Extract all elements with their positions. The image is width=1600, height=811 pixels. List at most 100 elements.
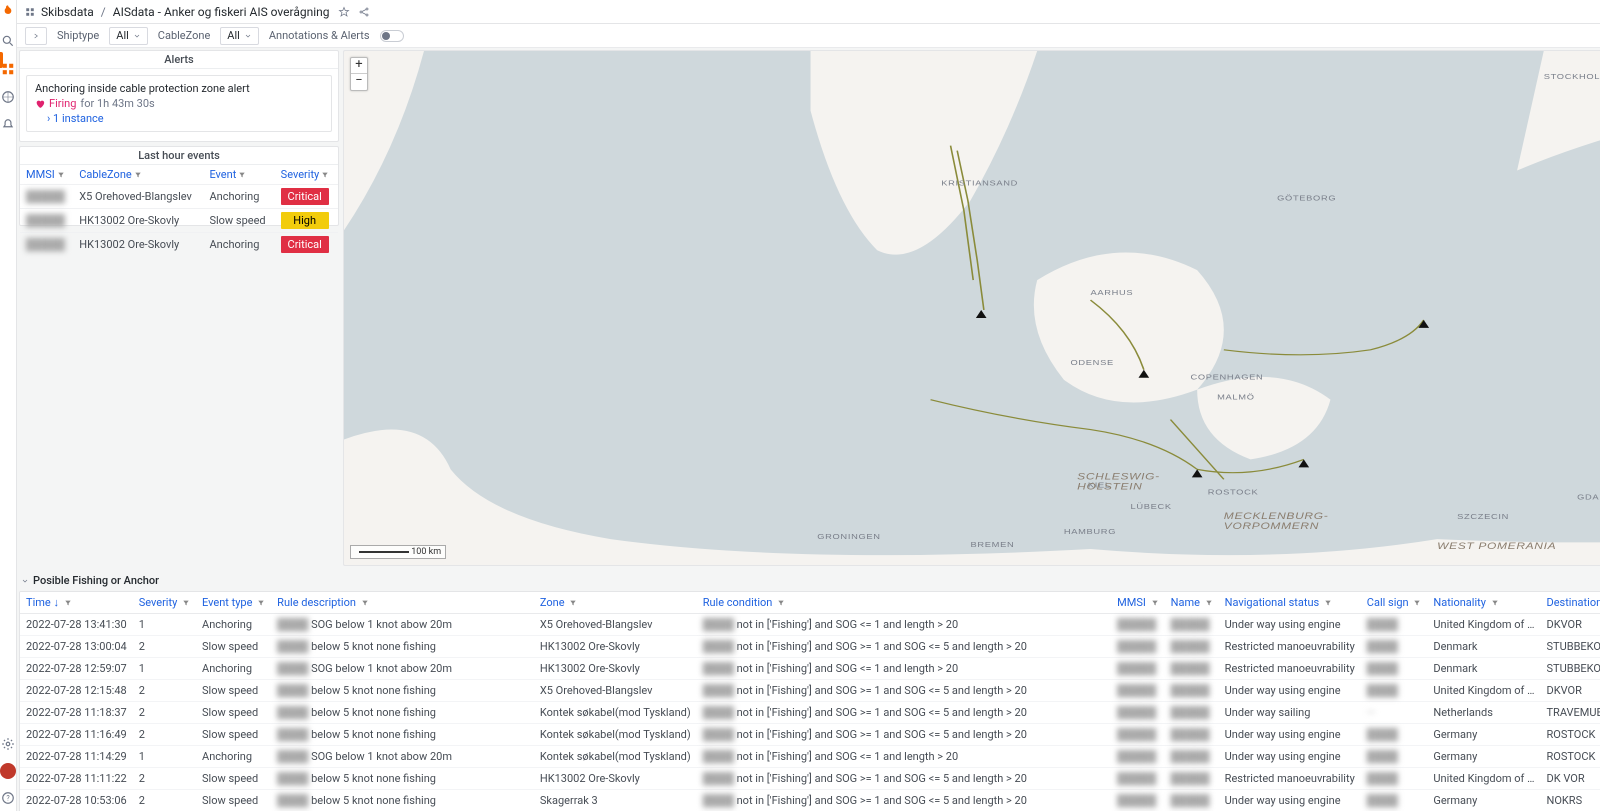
svg-text:KRISTIANSAND: KRISTIANSAND — [941, 180, 1018, 188]
filter-icon — [134, 171, 142, 179]
svg-text:WEST POMERANIA: WEST POMERANIA — [1437, 541, 1556, 551]
svg-text:GRONINGEN: GRONINGEN — [817, 533, 880, 541]
grafana-logo-icon[interactable] — [0, 4, 16, 20]
map-zoom-control[interactable]: + − — [350, 57, 368, 91]
svg-text:HOLSTEIN: HOLSTEIN — [1077, 482, 1142, 492]
share-icon[interactable] — [358, 6, 370, 18]
topbar: Skibsdata / AISdata - Anker og fiskeri A… — [17, 0, 1600, 24]
col-name[interactable]: Name — [1165, 592, 1219, 614]
col-severity[interactable]: Severity — [133, 592, 196, 614]
left-nav: ? — [0, 0, 17, 811]
alert-item[interactable]: Anchoring inside cable protection zone a… — [26, 75, 332, 132]
svg-text:MALMÖ: MALMÖ — [1217, 393, 1254, 401]
cablezone-label: CableZone — [158, 29, 211, 42]
table-row[interactable]: 2022-07-28 11:11:222Slow speed████ below… — [20, 768, 1600, 790]
filter-icon — [257, 599, 265, 607]
section-toggle[interactable]: Posible Fishing or Anchor — [19, 570, 1600, 591]
col-mmsi[interactable]: MMSI — [20, 165, 73, 185]
table-row[interactable]: 2022-07-28 11:16:492Slow speed████ below… — [20, 724, 1600, 746]
table-row[interactable]: 2022-07-28 10:53:062Slow speed████ below… — [20, 790, 1600, 811]
svg-text:AARHUS: AARHUS — [1091, 289, 1134, 297]
section-title: Posible Fishing or Anchor — [33, 574, 159, 587]
svg-text:STOCKHOLM: STOCKHOLM — [1544, 73, 1600, 81]
alerting-bell-icon[interactable] — [1, 118, 15, 132]
filter-icon — [1151, 599, 1159, 607]
alert-title: Anchoring inside cable protection zone a… — [35, 82, 323, 95]
filter-icon — [321, 171, 329, 179]
svg-text:ODENSE: ODENSE — [1071, 359, 1114, 367]
col-severity[interactable]: Severity — [275, 165, 338, 185]
table-row[interactable]: █████HK13002 Ore-SkovlyAnchoringCritical — [20, 233, 338, 257]
chevron-down-icon — [21, 577, 29, 585]
heart-break-icon — [35, 99, 45, 109]
filter-icon — [1413, 599, 1421, 607]
svg-text:SZCZECIN: SZCZECIN — [1457, 513, 1509, 521]
zoom-in-button[interactable]: + — [351, 58, 367, 74]
star-icon[interactable] — [338, 6, 350, 18]
col-call_sign[interactable]: Call sign — [1361, 592, 1428, 614]
last-hour-title: Last hour events — [20, 147, 338, 165]
table-row[interactable]: 2022-07-28 12:15:482Slow speed████ below… — [20, 680, 1600, 702]
filter-icon — [1324, 599, 1332, 607]
zoom-out-button[interactable]: − — [351, 74, 367, 90]
shiptype-select[interactable]: All — [109, 27, 148, 45]
table-row[interactable]: 2022-07-28 13:41:301Anchoring████ SOG be… — [20, 614, 1600, 636]
breadcrumb-root[interactable]: Skibsdata — [41, 5, 94, 19]
user-avatar[interactable] — [0, 763, 16, 779]
filter-icon — [57, 171, 65, 179]
svg-text:SCHLESWIG-: SCHLESWIG- — [1077, 472, 1160, 482]
search-icon[interactable] — [1, 34, 15, 48]
svg-text:?: ? — [6, 794, 10, 802]
svg-text:LÜBECK: LÜBECK — [1131, 502, 1172, 510]
gear-icon[interactable] — [1, 737, 15, 751]
alerts-title: Alerts — [20, 51, 338, 69]
breadcrumb-page[interactable]: AISdata - Anker og fiskeri AIS overågnin… — [113, 5, 330, 19]
cablezone-select[interactable]: All — [220, 27, 259, 45]
alert-instances-link[interactable]: › 1 instance — [47, 112, 323, 125]
svg-text:VORPOMMERN: VORPOMMERN — [1224, 522, 1319, 532]
col-event[interactable]: Event — [203, 165, 274, 185]
table-row[interactable]: █████X5 Orehoved-BlangslevAnchoringCriti… — [20, 185, 338, 209]
filter-icon — [361, 599, 369, 607]
svg-text:HAMBURG: HAMBURG — [1064, 528, 1116, 536]
dashboard-icon — [25, 7, 35, 17]
filter-icon — [1205, 599, 1213, 607]
dashboards-icon[interactable] — [1, 62, 15, 76]
help-icon[interactable]: ? — [1, 791, 15, 805]
col-event_type[interactable]: Event type — [196, 592, 271, 614]
filter-icon — [1491, 599, 1499, 607]
svg-text:ROSTOCK: ROSTOCK — [1208, 488, 1259, 496]
col-nav_status[interactable]: Navigational status — [1219, 592, 1361, 614]
table-row[interactable]: █████HK13002 Ore-SkovlySlow speedHigh — [20, 209, 338, 233]
last-hour-events-panel: Last hour events MMSI CableZone Event Se… — [19, 146, 339, 226]
table-row[interactable]: 2022-07-28 11:18:372Slow speed████ below… — [20, 702, 1600, 724]
col-rule_cond[interactable]: Rule condition — [697, 592, 1111, 614]
col-time[interactable]: Time ↓ — [20, 592, 133, 614]
alerts-panel: Alerts Anchoring inside cable protection… — [19, 50, 339, 142]
annotations-label: Annotations & Alerts — [269, 29, 370, 42]
table-row[interactable]: 2022-07-28 13:00:042Slow speed████ below… — [20, 636, 1600, 658]
table-row[interactable]: 2022-07-28 12:59:071Anchoring████ SOG be… — [20, 658, 1600, 680]
col-mmsi[interactable]: MMSI — [1111, 592, 1164, 614]
svg-text:BREMEN: BREMEN — [971, 541, 1015, 549]
col-cablezone[interactable]: CableZone — [73, 165, 203, 185]
table-row[interactable]: 2022-07-28 11:14:291Anchoring████ SOG be… — [20, 746, 1600, 768]
events-table: Time ↓ Severity Event type Rule descript… — [20, 592, 1600, 811]
filter-icon — [64, 599, 72, 607]
map-scale: 100 km — [350, 545, 446, 559]
map-panel[interactable]: KRISTIANSAND STOCKHOLM COPENHAGEN GDAŃSK… — [343, 50, 1600, 566]
filter-icon — [569, 599, 577, 607]
col-rule_desc[interactable]: Rule description — [271, 592, 534, 614]
svg-text:GDAŃSK: GDAŃSK — [1577, 492, 1600, 500]
col-zone[interactable]: Zone — [534, 592, 697, 614]
shiptype-label: Shiptype — [57, 29, 99, 42]
sidebar-toggle[interactable] — [25, 27, 47, 45]
svg-text:COPENHAGEN: COPENHAGEN — [1190, 374, 1263, 382]
svg-text:GÖTEBORG: GÖTEBORG — [1277, 194, 1336, 202]
annotations-toggle[interactable] — [380, 30, 404, 42]
filter-icon — [777, 599, 785, 607]
explore-icon[interactable] — [1, 90, 15, 104]
events-grid-panel: Time ↓ Severity Event type Rule descript… — [19, 591, 1600, 811]
col-nationality[interactable]: Nationality — [1427, 592, 1540, 614]
col-destination[interactable]: Destination — [1540, 592, 1600, 614]
